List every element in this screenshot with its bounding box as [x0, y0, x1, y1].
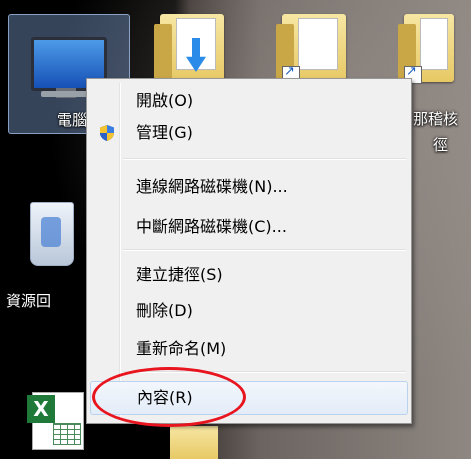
- menu-item-manage[interactable]: 管理(G): [90, 117, 408, 149]
- menu-item-label: 中斷網路磁碟機(C)...: [136, 217, 287, 236]
- menu-item-label: 開啟(O): [136, 91, 194, 110]
- folder-icon[interactable]: [276, 14, 346, 84]
- spreadsheet-grid-icon: [53, 423, 81, 445]
- folder-label: 那稽核: [413, 110, 459, 128]
- folder-icon[interactable]: [398, 14, 454, 84]
- recycle-bin-label: 資源回: [6, 292, 52, 310]
- menu-item-disconnect-network-drive[interactable]: 中斷網路磁碟機(C)...: [90, 211, 408, 243]
- excel-x-icon: X: [27, 395, 55, 423]
- excel-file-icon[interactable]: X: [27, 392, 84, 450]
- folder-label-line2: 徑: [433, 136, 449, 154]
- menu-item-label: 管理(G): [136, 123, 193, 142]
- document-icon: [298, 18, 338, 70]
- menu-item-map-network-drive[interactable]: 連線網路磁碟機(N)...: [90, 171, 408, 203]
- folder-icon[interactable]: [170, 426, 218, 459]
- menu-separator: [123, 158, 406, 160]
- menu-item-rename[interactable]: 重新命名(M): [90, 333, 408, 365]
- menu-item-label: 刪除(D): [136, 301, 193, 320]
- recycle-bin-icon[interactable]: [30, 202, 74, 266]
- menu-item-delete[interactable]: 刪除(D): [90, 295, 408, 327]
- menu-item-label: 重新命名(M): [136, 339, 227, 358]
- uac-shield-icon: [100, 125, 114, 141]
- computer-icon-label: 電腦: [57, 111, 88, 129]
- menu-separator: [123, 249, 406, 251]
- folder-icon[interactable]: [154, 14, 224, 82]
- menu-item-open[interactable]: 開啟(O): [90, 85, 408, 117]
- annotation-red-ellipse: [92, 367, 246, 427]
- menu-item-label: 建立捷徑(S): [136, 265, 223, 284]
- document-icon: [420, 18, 448, 70]
- menu-item-label: 連線網路磁碟機(N)...: [136, 177, 288, 196]
- menu-item-create-shortcut[interactable]: 建立捷徑(S): [90, 259, 408, 291]
